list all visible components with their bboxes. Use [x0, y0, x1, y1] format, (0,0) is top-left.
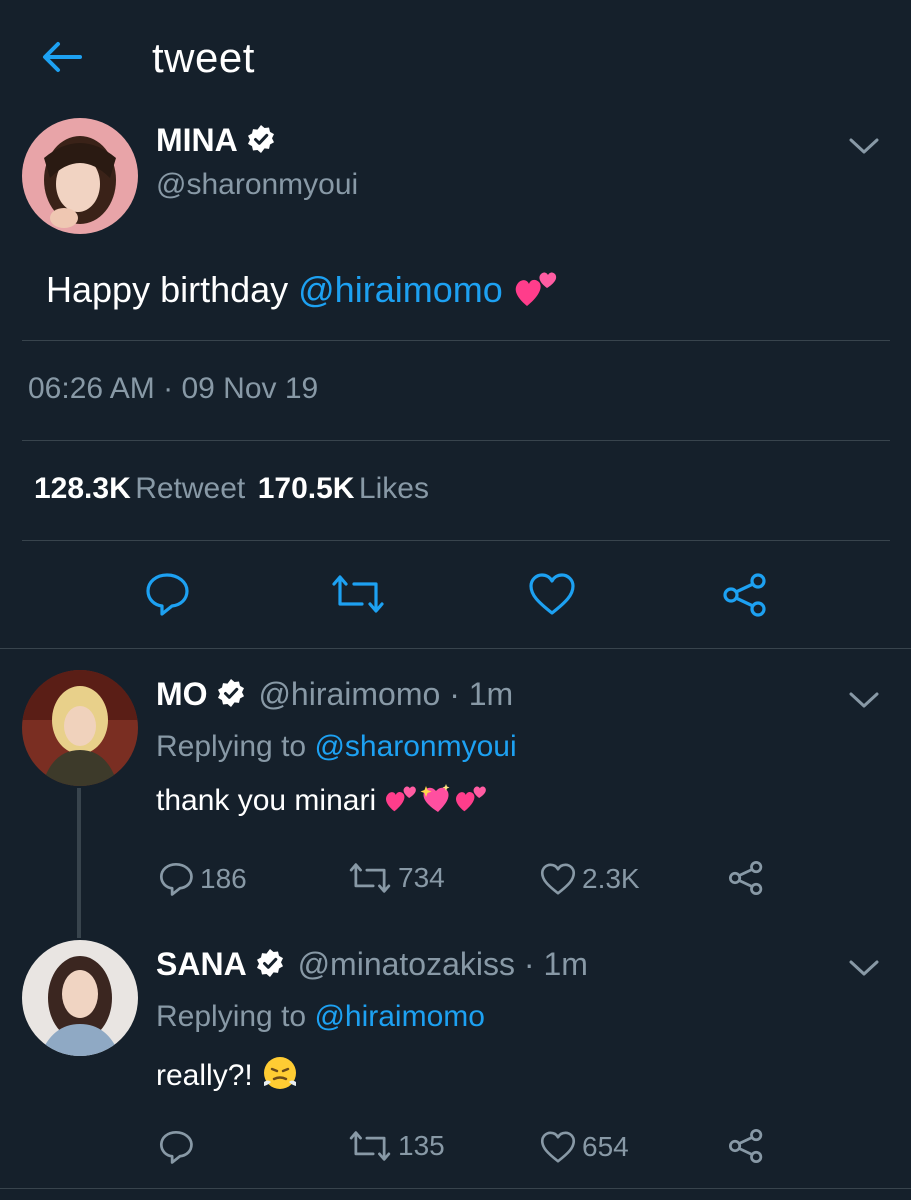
divider	[0, 1188, 911, 1189]
retweet-button[interactable]: 734	[348, 862, 445, 894]
reply-author-name[interactable]: SANA	[156, 946, 247, 982]
reply-button[interactable]: 186	[158, 862, 247, 896]
tweet-timestamp: 06:26 AM · 09 Nov 19	[28, 372, 319, 405]
mention-link[interactable]: @hiraimomo	[298, 269, 503, 310]
retweet-count[interactable]: 128.3K	[34, 472, 131, 505]
verified-badge-icon	[216, 678, 246, 708]
share-icon[interactable]	[722, 572, 768, 623]
like-button[interactable]: 2.3K	[540, 862, 640, 896]
reply-button[interactable]	[158, 1130, 200, 1164]
tweet-body: Happy birthday	[46, 269, 299, 311]
avatar[interactable]	[22, 940, 138, 1056]
reply-header: SANA @minatozakiss · 1m	[156, 946, 588, 983]
reply-time: · 1m	[523, 946, 588, 982]
author-name-row: MINA	[156, 122, 276, 159]
retweet-label[interactable]: Retweet	[135, 472, 245, 505]
verified-badge-icon	[246, 124, 276, 154]
like-icon[interactable]	[528, 572, 576, 621]
sparkling-heart-emoji	[418, 782, 454, 822]
replying-to: Replying to @hiraimomo	[156, 1000, 485, 1033]
reply-icon	[158, 1130, 194, 1164]
divider	[22, 440, 890, 441]
like-label[interactable]: Likes	[359, 472, 429, 505]
divider	[22, 340, 890, 341]
retweet-button[interactable]: 135	[348, 1130, 445, 1162]
like-count[interactable]: 170.5K	[258, 472, 355, 505]
divider	[22, 540, 890, 541]
reply-time: · 1m	[449, 676, 514, 712]
reply-author-handle[interactable]: @minatozakiss	[298, 946, 515, 982]
retweet-count: 135	[398, 1130, 445, 1161]
chevron-down-icon[interactable]	[848, 136, 880, 156]
reply-icon	[158, 862, 194, 896]
two-hearts-emoji	[384, 783, 418, 821]
page-title: tweet	[152, 34, 255, 81]
like-icon	[540, 862, 576, 896]
reply-header: MO @hiraimomo · 1m	[156, 676, 513, 713]
tweet-stats: 128.3K Retweet 170.5K Likes	[34, 472, 429, 506]
retweet-icon	[348, 862, 392, 894]
replying-to: Replying to @sharonmyoui	[156, 730, 517, 763]
avatar[interactable]	[22, 670, 138, 786]
reply-icon[interactable]	[144, 572, 190, 621]
replying-to-link[interactable]: @sharonmyoui	[314, 730, 516, 763]
two-hearts-emoji	[454, 783, 488, 821]
thread-connector	[77, 788, 81, 938]
replying-to-link[interactable]: @hiraimomo	[314, 1000, 485, 1033]
chevron-down-icon[interactable]	[848, 690, 880, 710]
two-hearts-emoji	[513, 268, 559, 317]
reply-count: 186	[200, 863, 247, 894]
retweet-icon	[348, 1130, 392, 1162]
divider	[0, 648, 911, 649]
like-count: 654	[582, 1131, 629, 1162]
author-handle[interactable]: @sharonmyoui	[156, 168, 358, 202]
retweet-icon[interactable]	[330, 574, 386, 619]
share-icon[interactable]	[728, 1128, 764, 1169]
like-button[interactable]: 654	[540, 1130, 629, 1164]
share-icon[interactable]	[728, 860, 764, 901]
reply-text: really?!	[156, 1054, 299, 1100]
tweet-text: Happy birthday @hiraimomo	[46, 268, 559, 317]
chevron-down-icon[interactable]	[848, 958, 880, 978]
like-count: 2.3K	[582, 863, 640, 894]
reply-author-handle[interactable]: @hiraimomo	[258, 676, 440, 712]
retweet-count: 734	[398, 862, 445, 893]
steam-face-emoji	[261, 1054, 299, 1100]
like-icon	[540, 1130, 576, 1164]
avatar[interactable]	[22, 118, 138, 234]
reply-text: thank you minari	[156, 782, 488, 822]
back-arrow-icon[interactable]	[40, 40, 84, 74]
reply-author-name[interactable]: MO	[156, 676, 208, 712]
author-name[interactable]: MINA	[156, 122, 238, 158]
verified-badge-icon	[255, 948, 285, 978]
